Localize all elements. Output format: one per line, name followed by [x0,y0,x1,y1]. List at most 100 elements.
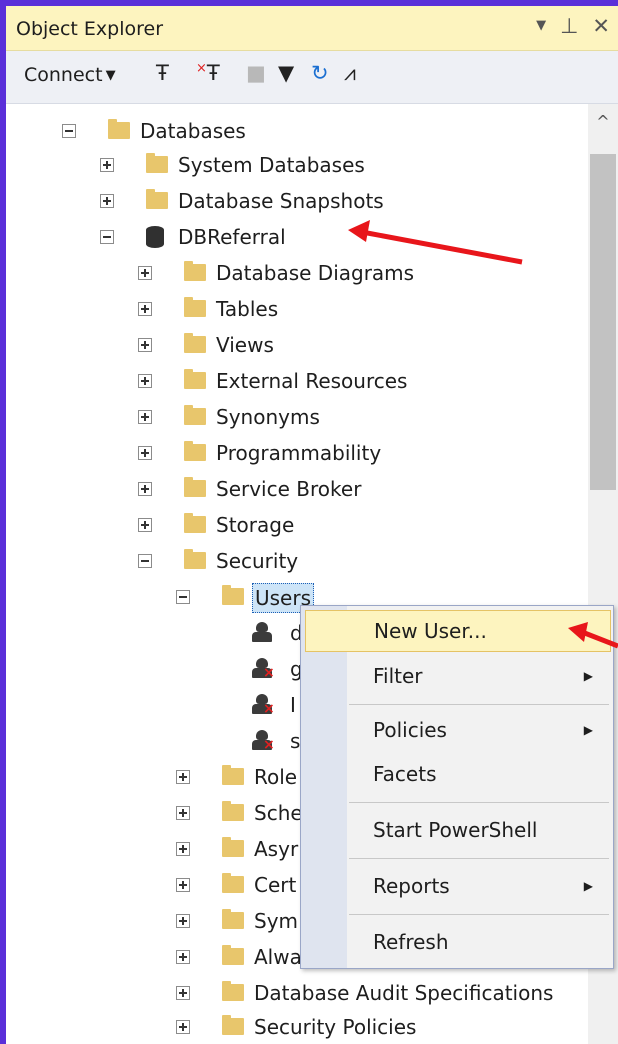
menu-separator [349,858,609,859]
tree-node-asymmetric-keys[interactable]: Asyr [6,832,306,866]
menu-item-label: Policies [373,718,447,742]
menu-item-label: Facets [373,762,437,786]
filter-icon[interactable]: ▼ [278,61,294,85]
expand-icon[interactable] [138,518,152,532]
tree-node-synonyms[interactable]: Synonyms [6,400,586,434]
folder-icon [222,765,244,785]
folder-icon [184,261,206,281]
folder-icon [184,513,206,533]
tree-node-programmability[interactable]: Programmability [6,436,586,470]
node-label: Security [216,549,299,573]
tree-node-user[interactable]: d [6,616,306,650]
tree-node-system-databases[interactable]: System Databases [6,148,586,182]
menu-item-label: Reports [373,874,450,898]
tree-node-always-encrypted[interactable]: Alwa [6,940,306,974]
activity-monitor-icon[interactable]: ⩘ [344,61,356,86]
expand-icon[interactable] [138,482,152,496]
expand-icon[interactable] [176,914,190,928]
pin-icon[interactable]: ⊥ [560,14,578,38]
tree-node-storage[interactable]: Storage [6,508,586,542]
collapse-icon[interactable] [138,554,152,568]
expand-icon[interactable] [138,410,152,424]
node-label: Service Broker [216,477,362,501]
expand-icon[interactable] [176,842,190,856]
folder-icon [184,549,206,569]
expand-icon[interactable] [176,950,190,964]
tree-node-views[interactable]: Views [6,328,586,362]
tree-node-external-resources[interactable]: External Resources [6,364,586,398]
menu-item-reports[interactable]: Reports ▶ [305,866,609,906]
tree-node-security[interactable]: Security [6,544,586,578]
tree-node-service-broker[interactable]: Service Broker [6,472,586,506]
tree-node-symmetric-keys[interactable]: Sym [6,904,306,938]
folder-icon [222,837,244,857]
user-body-shape [252,632,272,642]
node-label: Security Policies [254,1015,417,1039]
tree-node-user[interactable]: × s [6,724,306,758]
tree-node-certificates[interactable]: Cert [6,868,306,902]
folder-icon [222,1015,244,1035]
close-icon[interactable]: ✕ [592,14,610,38]
node-label: Database Audit Specifications [254,981,554,1005]
expand-icon[interactable] [100,194,114,208]
node-label: DBReferral [178,225,286,249]
user-head-shape [256,622,268,632]
tree-node-schemas[interactable]: Sche [6,796,306,830]
tree-node-databases[interactable]: Databases [6,114,586,148]
folder-icon [146,189,168,209]
expand-icon[interactable] [176,1020,190,1034]
menu-item-refresh[interactable]: Refresh [305,922,609,962]
menu-item-facets[interactable]: Facets [305,754,609,794]
refresh-icon[interactable]: ↻ [311,61,329,85]
folder-icon [184,297,206,317]
folder-icon [222,909,244,929]
menu-item-policies[interactable]: Policies ▶ [305,710,609,750]
context-menu: New User... Filter ▶ Policies ▶ Facets S… [300,605,614,969]
expand-icon[interactable] [138,266,152,280]
menu-item-filter[interactable]: Filter ▶ [305,656,609,696]
node-label: Cert [254,873,297,897]
expand-icon[interactable] [138,338,152,352]
tree-node-security-policies[interactable]: Security Policies [6,1010,586,1044]
menu-item-label: Filter [373,664,423,688]
disconnect-plug-icon[interactable]: ×Ŧ [196,61,220,85]
expand-icon[interactable] [138,374,152,388]
expand-icon[interactable] [138,446,152,460]
expand-icon[interactable] [138,302,152,316]
node-label: System Databases [178,153,365,177]
folder-icon [184,333,206,353]
folder-icon [222,801,244,821]
chevron-down-icon: ▼ [105,68,116,83]
expand-icon[interactable] [176,986,190,1000]
scrollbar-thumb[interactable] [590,154,616,490]
expand-icon[interactable] [176,878,190,892]
menu-item-label: New User... [374,619,487,643]
annotation-arrow-new-user [568,622,618,649]
folder-icon [222,873,244,893]
collapse-icon[interactable] [100,230,114,244]
expand-icon[interactable] [176,806,190,820]
collapse-icon[interactable] [176,590,190,604]
node-label: I [290,693,296,717]
expand-icon[interactable] [176,770,190,784]
tree-node-user[interactable]: × g [6,652,306,686]
connect-plug-icon[interactable]: Ŧ [156,61,169,85]
scroll-up-icon[interactable]: ^ [588,112,618,136]
database-icon [146,226,164,248]
dropdown-icon[interactable]: ▼ [536,14,546,38]
user-icon [252,622,274,644]
toolbar: Connect ▼ Ŧ ×Ŧ ■ ▼ ↻ ⩘ [6,51,618,104]
node-label: Sym [254,909,299,933]
folder-icon [108,119,130,139]
tree-node-user[interactable]: × I [6,688,306,722]
tree-node-roles[interactable]: Role [6,760,306,794]
tree-node-database-audit-specifications[interactable]: Database Audit Specifications [6,976,586,1010]
collapse-icon[interactable] [62,124,76,138]
folder-icon [146,153,168,173]
submenu-arrow-icon: ▶ [583,723,593,737]
tree-node-tables[interactable]: Tables [6,292,586,326]
expand-icon[interactable] [100,158,114,172]
stop-icon[interactable]: ■ [246,61,266,85]
connect-button[interactable]: Connect ▼ [24,64,116,86]
menu-item-start-powershell[interactable]: Start PowerShell [305,810,609,850]
